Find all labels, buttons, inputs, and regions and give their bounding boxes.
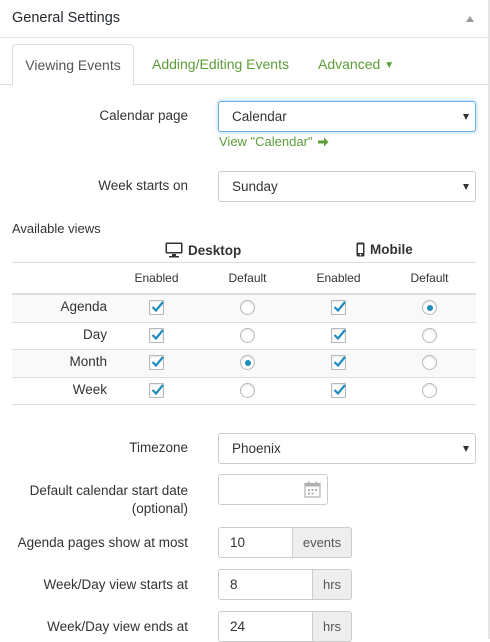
view-row-label: Day xyxy=(82,327,107,342)
chevron-down-icon xyxy=(463,446,469,452)
view-calendar-link-text: View "Calendar" xyxy=(219,134,313,149)
calendar-page-value: Calendar xyxy=(232,109,287,124)
day-mobile-enabled-checkbox[interactable] xyxy=(331,328,346,343)
calendar-page-select[interactable]: Calendar xyxy=(218,101,476,132)
desktop-heading: Desktop xyxy=(165,242,241,258)
month-mobile-default-radio[interactable] xyxy=(422,355,437,370)
week-mobile-default-radio[interactable] xyxy=(422,383,437,398)
agenda-mobile-default-radio[interactable] xyxy=(422,300,437,315)
desktop-label: Desktop xyxy=(188,243,242,258)
start-date-label-line1: Default calendar start date xyxy=(29,483,188,498)
view-row-label: Month xyxy=(69,354,107,369)
start-date-input[interactable] xyxy=(218,474,328,505)
table-divider xyxy=(12,262,476,263)
tab-label: Viewing Events xyxy=(25,57,121,73)
view-row-label: Week xyxy=(72,382,107,397)
week-day-start-label: Week/Day view starts at xyxy=(43,577,188,592)
column-header: Enabled xyxy=(134,271,179,285)
mobile-label: Mobile xyxy=(370,242,413,257)
checkmark-icon xyxy=(333,356,346,368)
checkmark-icon xyxy=(333,329,346,341)
day-desktop-enabled-checkbox[interactable] xyxy=(149,328,164,343)
week-day-start-input[interactable]: 8 xyxy=(218,569,313,600)
week-starts-label: Week starts on xyxy=(98,178,188,193)
checkmark-icon xyxy=(333,384,346,396)
agenda-mobile-enabled-checkbox[interactable] xyxy=(331,300,346,315)
agenda-pages-unit: events xyxy=(293,527,352,558)
agenda-desktop-default-radio[interactable] xyxy=(240,300,255,315)
tab-adding-editing-events[interactable]: Adding/Editing Events xyxy=(152,44,289,85)
tab-advanced[interactable]: Advanced ▼ xyxy=(318,44,394,85)
caret-down-icon: ▼ xyxy=(384,60,395,71)
week-desktop-enabled-checkbox[interactable] xyxy=(149,383,164,398)
calendar-icon[interactable] xyxy=(304,481,321,498)
radio-dot xyxy=(244,359,251,366)
desktop-icon xyxy=(165,242,183,258)
view-calendar-link[interactable]: View "Calendar" xyxy=(219,134,329,149)
chevron-down-icon xyxy=(463,184,469,190)
week-mobile-enabled-checkbox[interactable] xyxy=(331,383,346,398)
checkmark-icon xyxy=(151,356,164,368)
triangle-up-icon[interactable] xyxy=(466,16,474,22)
arrow-right-icon xyxy=(318,137,329,147)
week-starts-value: Sunday xyxy=(232,179,278,194)
week-day-end-label: Week/Day view ends at xyxy=(47,619,188,634)
available-views-label: Available views xyxy=(12,221,101,236)
radio-dot xyxy=(426,304,433,311)
agenda-pages-label: Agenda pages show at most xyxy=(17,535,188,550)
settings-tabs: Viewing Events Adding/Editing Events Adv… xyxy=(0,44,488,86)
day-desktop-default-radio[interactable] xyxy=(240,328,255,343)
view-row-label: Agenda xyxy=(60,299,107,314)
week-day-end-input[interactable]: 24 xyxy=(218,611,313,642)
timezone-value: Phoenix xyxy=(232,441,281,456)
calendar-page-label: Calendar page xyxy=(99,108,188,123)
tab-viewing-events[interactable]: Viewing Events xyxy=(12,44,134,86)
week-day-start-unit: hrs xyxy=(313,569,352,600)
month-mobile-enabled-checkbox[interactable] xyxy=(331,355,346,370)
week-desktop-default-radio[interactable] xyxy=(240,383,255,398)
week-starts-select[interactable]: Sunday xyxy=(218,171,476,202)
mobile-icon xyxy=(356,242,365,257)
tab-label: Adding/Editing Events xyxy=(152,56,289,72)
panel-header[interactable]: General Settings xyxy=(0,0,488,38)
table-divider xyxy=(12,377,476,378)
agenda-desktop-enabled-checkbox[interactable] xyxy=(149,300,164,315)
column-header: Default xyxy=(410,271,449,285)
start-date-label: Default calendar start date (optional) xyxy=(10,482,188,518)
start-date-label-line2: (optional) xyxy=(131,501,188,516)
week-day-end-unit: hrs xyxy=(313,611,352,642)
column-header: Enabled xyxy=(316,271,361,285)
table-divider xyxy=(12,404,476,405)
mobile-heading: Mobile xyxy=(356,242,413,257)
checkmark-icon xyxy=(151,384,164,396)
column-header: Default xyxy=(228,271,267,285)
checkmark-icon xyxy=(151,329,164,341)
month-desktop-default-radio[interactable] xyxy=(240,355,255,370)
table-divider xyxy=(12,322,476,323)
day-mobile-default-radio[interactable] xyxy=(422,328,437,343)
agenda-pages-input[interactable]: 10 xyxy=(218,527,293,558)
panel-title: General Settings xyxy=(12,10,121,26)
checkmark-icon xyxy=(333,301,346,313)
chevron-down-icon xyxy=(463,114,469,120)
tab-label: Advanced xyxy=(318,56,381,72)
month-desktop-enabled-checkbox[interactable] xyxy=(149,355,164,370)
checkmark-icon xyxy=(151,301,164,313)
timezone-select[interactable]: Phoenix xyxy=(218,433,476,464)
timezone-label: Timezone xyxy=(129,440,188,455)
